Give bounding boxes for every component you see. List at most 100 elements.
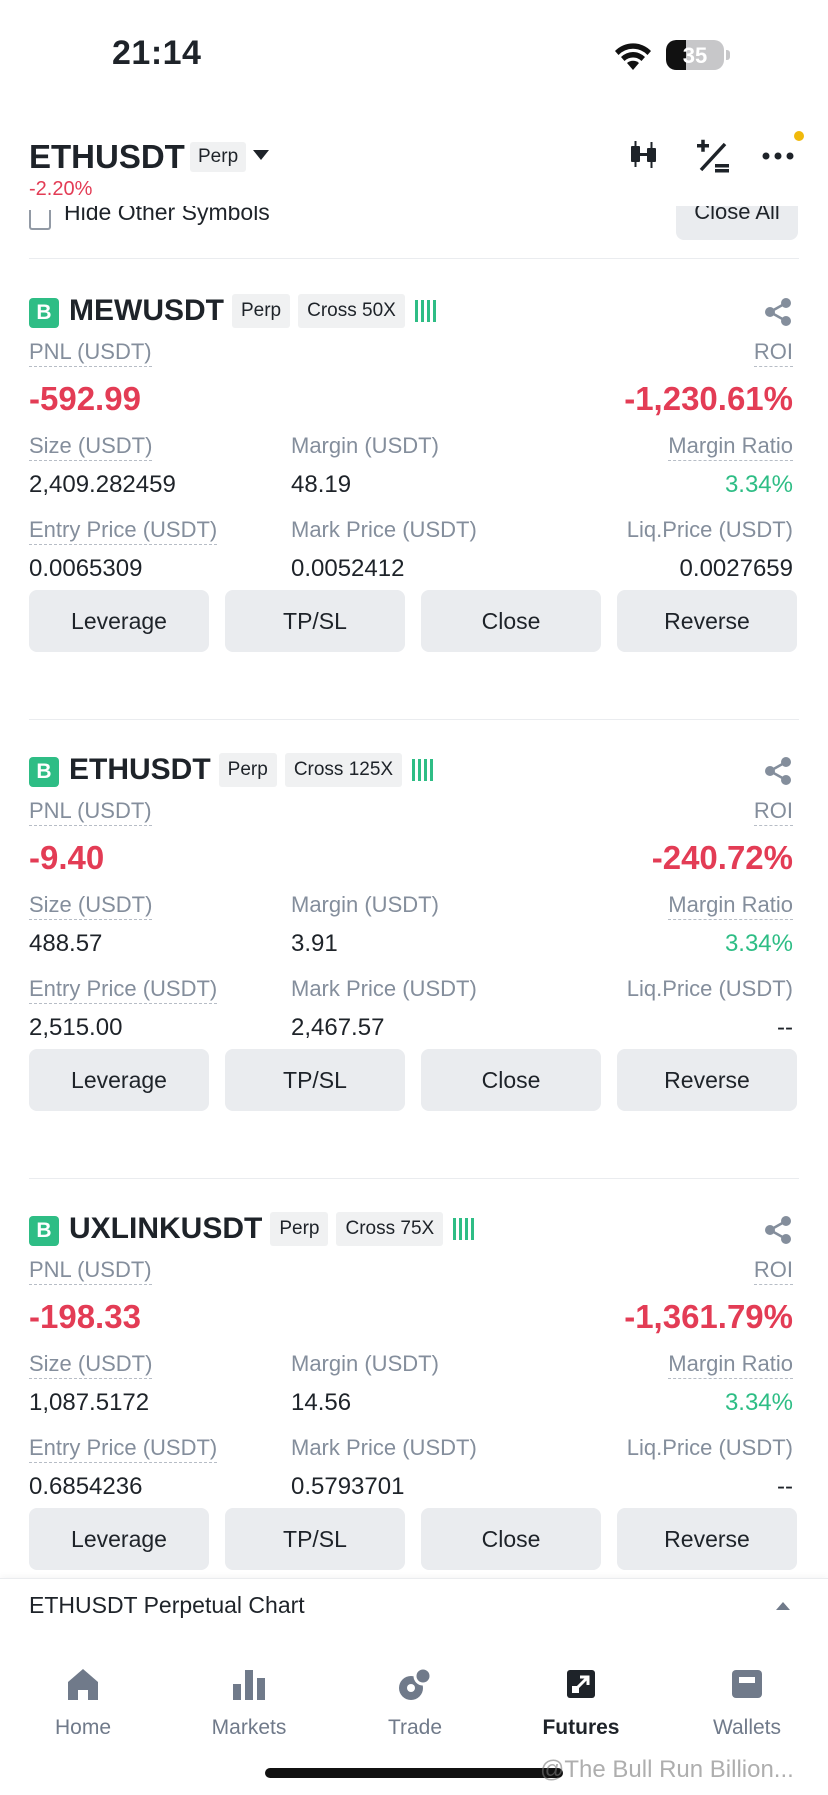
mark-price-value: 2,467.57 xyxy=(291,1014,385,1041)
candlestick-icon[interactable] xyxy=(624,138,664,174)
position-symbol[interactable]: UXLINKUSDT xyxy=(69,1212,262,1246)
trade-icon xyxy=(399,1666,433,1700)
nav-markets-label: Markets xyxy=(211,1716,287,1739)
position-header: UXLINKUSDT Perp Cross 75X xyxy=(69,1212,475,1246)
markets-icon xyxy=(233,1670,265,1700)
liq-price-value: 0.0027659 xyxy=(679,555,793,582)
hide-other-symbols-checkbox[interactable] xyxy=(29,210,51,230)
chart-drawer-label[interactable]: ETHUSDT Perpetual Chart xyxy=(29,1592,305,1619)
chevron-up-icon[interactable] xyxy=(776,1602,790,1610)
leverage-button[interactable]: Leverage xyxy=(29,1508,209,1570)
position-symbol[interactable]: MEWUSDT xyxy=(69,294,224,328)
reverse-button[interactable]: Reverse xyxy=(617,1508,797,1570)
pnl-value: -592.99 xyxy=(29,380,141,417)
wallet-icon xyxy=(732,1670,762,1698)
margin-label: Margin (USDT) xyxy=(291,892,439,917)
liq-price-value: -- xyxy=(777,1473,793,1500)
roi-label[interactable]: ROI xyxy=(753,797,793,826)
liq-price-label: Liq.Price (USDT) xyxy=(626,517,793,542)
adl-indicator-icon xyxy=(412,759,434,781)
roi-label[interactable]: ROI xyxy=(753,338,793,367)
adl-indicator-icon xyxy=(414,300,436,322)
entry-price-label[interactable]: Entry Price (USDT) xyxy=(29,1434,218,1463)
mark-price-label: Mark Price (USDT) xyxy=(291,1435,477,1460)
margin-mode-tag[interactable]: Cross 50X xyxy=(298,294,405,328)
close-position-button[interactable]: Close xyxy=(421,1508,601,1570)
contract-type-tag: Perp xyxy=(190,142,247,172)
size-label[interactable]: Size (USDT) xyxy=(29,1350,153,1379)
margin-mode-tag[interactable]: Cross 125X xyxy=(284,753,403,787)
share-icon[interactable] xyxy=(762,296,794,328)
pnl-label[interactable]: PNL (USDT) xyxy=(29,1256,152,1285)
reverse-button[interactable]: Reverse xyxy=(617,1049,797,1111)
margin-ratio-value: 3.34% xyxy=(724,930,793,957)
pnl-label[interactable]: PNL (USDT) xyxy=(29,338,152,367)
size-label[interactable]: Size (USDT) xyxy=(29,432,153,461)
liq-price-value: -- xyxy=(777,1014,793,1041)
battery-tip xyxy=(726,50,730,60)
leverage-button[interactable]: Leverage xyxy=(29,590,209,652)
close-position-button[interactable]: Close xyxy=(421,590,601,652)
roi-value: -1,361.79% xyxy=(624,1298,793,1335)
mark-price-label: Mark Price (USDT) xyxy=(291,517,477,542)
calculator-icon[interactable] xyxy=(693,138,733,174)
wifi-icon xyxy=(615,43,651,70)
share-icon[interactable] xyxy=(762,1214,794,1246)
position-card: B MEWUSDT Perp Cross 50X PNL (USDT) ROI … xyxy=(0,260,828,680)
page-title-symbol[interactable]: ETHUSDT xyxy=(29,138,185,176)
margin-mode-tag[interactable]: Cross 75X xyxy=(336,1212,444,1246)
position-header: MEWUSDT Perp Cross 50X xyxy=(69,294,436,328)
adl-indicator-icon xyxy=(453,1218,475,1240)
more-icon[interactable] xyxy=(758,138,798,174)
tpsl-button[interactable]: TP/SL xyxy=(225,1508,405,1570)
nav-futures-label: Futures xyxy=(542,1716,620,1739)
tpsl-button[interactable]: TP/SL xyxy=(225,590,405,652)
price-change: -2.20% xyxy=(29,178,93,200)
margin-value: 3.91 xyxy=(291,930,338,957)
home-icon xyxy=(68,1669,98,1700)
liq-price-label: Liq.Price (USDT) xyxy=(626,976,793,1001)
margin-ratio-label[interactable]: Margin Ratio xyxy=(668,432,793,461)
nav-trade[interactable]: Trade xyxy=(332,1644,498,1740)
close-position-button[interactable]: Close xyxy=(421,1049,601,1111)
nav-home[interactable]: Home xyxy=(0,1644,166,1740)
tpsl-button[interactable]: TP/SL xyxy=(225,1049,405,1111)
pnl-label[interactable]: PNL (USDT) xyxy=(29,797,152,826)
entry-price-label[interactable]: Entry Price (USDT) xyxy=(29,975,218,1004)
margin-ratio-value: 3.34% xyxy=(724,471,793,498)
pnl-value: -198.33 xyxy=(29,1298,141,1335)
nav-trade-label: Trade xyxy=(387,1716,443,1739)
reverse-button[interactable]: Reverse xyxy=(617,590,797,652)
mark-price-value: 0.0052412 xyxy=(291,555,405,582)
contract-type-tag: Perp xyxy=(231,294,291,328)
share-icon[interactable] xyxy=(762,755,794,787)
battery-indicator: 35 xyxy=(666,40,724,70)
home-indicator[interactable] xyxy=(265,1768,563,1778)
margin-label: Margin (USDT) xyxy=(291,433,439,458)
roi-label[interactable]: ROI xyxy=(753,1256,793,1285)
battery-percent: 35 xyxy=(682,43,708,68)
contract-type-tag: Perp xyxy=(270,1212,329,1246)
side-badge: B xyxy=(29,1216,59,1246)
nav-futures[interactable]: Futures xyxy=(498,1644,664,1740)
size-label[interactable]: Size (USDT) xyxy=(29,891,153,920)
status-time: 21:14 xyxy=(112,34,202,72)
margin-ratio-label[interactable]: Margin Ratio xyxy=(668,1350,793,1379)
margin-value: 48.19 xyxy=(291,471,352,498)
close-all-button[interactable]: Close All xyxy=(676,206,798,240)
divider xyxy=(29,258,799,259)
nav-markets[interactable]: Markets xyxy=(166,1644,332,1740)
margin-ratio-label[interactable]: Margin Ratio xyxy=(668,891,793,920)
entry-price-value: 2,515.00 xyxy=(29,1014,123,1041)
mark-price-label: Mark Price (USDT) xyxy=(291,976,477,1001)
nav-wallets-label: Wallets xyxy=(712,1716,782,1739)
contract-type-tag: Perp xyxy=(218,753,277,787)
nav-wallets[interactable]: Wallets xyxy=(664,1644,828,1740)
side-badge: B xyxy=(29,757,59,787)
leverage-button[interactable]: Leverage xyxy=(29,1049,209,1111)
position-card: B UXLINKUSDT Perp Cross 75X PNL (USDT) R… xyxy=(0,1178,828,1578)
position-symbol[interactable]: ETHUSDT xyxy=(69,753,211,787)
roi-value: -1,230.61% xyxy=(624,380,793,417)
entry-price-label[interactable]: Entry Price (USDT) xyxy=(29,516,218,545)
chevron-down-icon[interactable] xyxy=(253,150,269,160)
